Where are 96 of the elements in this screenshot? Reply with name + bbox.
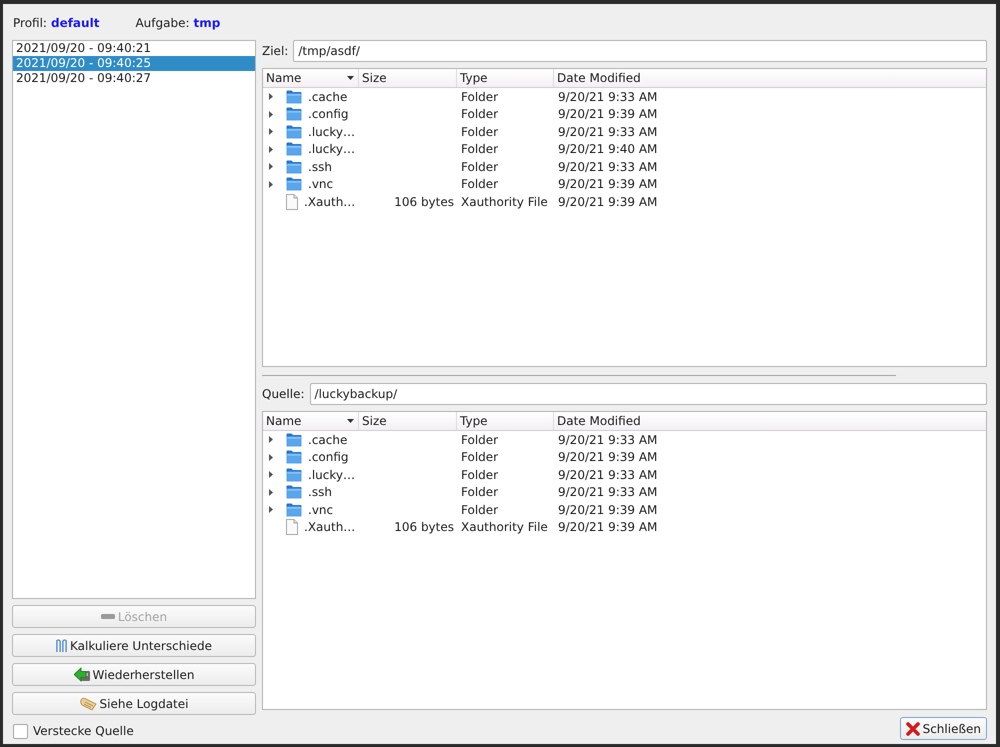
task-label: Aufgabe: bbox=[135, 16, 190, 30]
file-date: 9/20/21 9:39 AM bbox=[558, 502, 658, 517]
minus-icon bbox=[100, 614, 115, 619]
file-date: 9/20/21 9:33 AM bbox=[558, 468, 658, 482]
file-name[interactable]: .ssh bbox=[308, 485, 332, 500]
close-button[interactable]: Schließen bbox=[900, 717, 987, 740]
folder-icon bbox=[286, 450, 302, 464]
folder-icon bbox=[286, 177, 302, 192]
file-name[interactable]: .config bbox=[308, 107, 349, 122]
file-date: 9/20/21 9:33 AM bbox=[558, 160, 658, 174]
file-date: 9/20/21 9:39 AM bbox=[558, 194, 658, 209]
checkbox-label: Verstecke Quelle bbox=[33, 724, 134, 738]
expander-icon[interactable] bbox=[269, 163, 273, 170]
folder-icon bbox=[286, 142, 302, 156]
path-field[interactable]: /tmp/asdf/ bbox=[293, 40, 987, 62]
snapshot-item[interactable]: 2021/09/20 - 09:40:27 bbox=[13, 71, 255, 86]
file-type: Folder bbox=[461, 90, 498, 104]
file-type: Folder bbox=[461, 160, 498, 174]
folder-icon bbox=[286, 485, 302, 500]
brackets-icon bbox=[56, 638, 67, 652]
file-type: Xauthority File bbox=[461, 194, 548, 209]
file-date: 9/20/21 9:33 AM bbox=[558, 124, 658, 139]
folder-icon bbox=[286, 107, 302, 122]
file-type: Folder bbox=[461, 432, 498, 447]
folder-icon bbox=[286, 90, 302, 104]
document-icon bbox=[286, 194, 298, 210]
file-name[interactable]: .ssh bbox=[308, 160, 332, 174]
profile-label: Profil: bbox=[13, 16, 47, 30]
expander-icon[interactable] bbox=[269, 180, 273, 188]
snapshot-item[interactable]: 2021/09/20 - 09:40:25 bbox=[13, 56, 255, 71]
column-header[interactable]: Type bbox=[457, 69, 554, 87]
column-header[interactable]: Name bbox=[263, 69, 359, 87]
folder-icon bbox=[286, 502, 302, 517]
profile-name: default bbox=[50, 16, 100, 30]
close-icon bbox=[906, 722, 920, 736]
file-name[interactable]: .vnc bbox=[308, 177, 334, 192]
file-name[interactable]: .Xauth… bbox=[304, 520, 356, 534]
restore-arrow-icon bbox=[74, 667, 90, 682]
file-date: 9/20/21 9:39 AM bbox=[558, 450, 658, 464]
file-type: Folder bbox=[461, 142, 498, 156]
file-type: Xauthority File bbox=[461, 520, 548, 534]
expander-icon[interactable] bbox=[269, 146, 273, 153]
folder-icon bbox=[286, 432, 302, 447]
task-name: tmp bbox=[194, 16, 220, 30]
document-icon bbox=[286, 519, 298, 536]
column-header[interactable]: Size bbox=[359, 412, 457, 430]
file-name[interactable]: .cache bbox=[308, 90, 348, 104]
file-type: Folder bbox=[461, 502, 498, 517]
expander-icon[interactable] bbox=[269, 454, 273, 461]
expander-icon[interactable] bbox=[269, 93, 273, 100]
action-button[interactable]: Wiederherstellen bbox=[12, 663, 256, 686]
scroll-icon bbox=[80, 696, 97, 710]
column-header[interactable]: Date Modified bbox=[554, 412, 986, 430]
file-size: 106 bytes bbox=[394, 520, 454, 534]
path-label: Ziel: bbox=[262, 44, 288, 58]
file-name[interactable]: .vnc bbox=[308, 502, 334, 517]
file-type: Folder bbox=[461, 450, 498, 464]
column-header[interactable]: Date Modified bbox=[554, 69, 986, 87]
file-name[interactable]: .Xauth… bbox=[304, 194, 356, 209]
expander-icon[interactable] bbox=[269, 506, 273, 514]
expander-icon[interactable] bbox=[269, 488, 273, 496]
action-button[interactable]: Kalkuliere Unterschiede bbox=[12, 634, 256, 657]
expander-icon[interactable] bbox=[269, 110, 273, 118]
path-label: Quelle: bbox=[262, 387, 305, 401]
file-date: 9/20/21 9:33 AM bbox=[558, 90, 658, 104]
folder-icon bbox=[286, 468, 302, 482]
file-name[interactable]: .lucky… bbox=[308, 124, 355, 139]
file-name[interactable]: .cache bbox=[308, 432, 348, 447]
file-date: 9/20/21 9:33 AM bbox=[558, 432, 658, 447]
folder-icon bbox=[286, 124, 302, 139]
file-date: 9/20/21 9:39 AM bbox=[558, 520, 658, 534]
expander-icon[interactable] bbox=[269, 471, 273, 478]
path-field[interactable]: /luckybackup/ bbox=[310, 383, 987, 405]
action-button[interactable]: Siehe Logdatei bbox=[12, 692, 256, 715]
file-date: 9/20/21 9:40 AM bbox=[558, 142, 658, 156]
snapshot-item[interactable]: 2021/09/20 - 09:40:21 bbox=[13, 41, 255, 56]
splitter-handle[interactable] bbox=[262, 374, 896, 376]
column-header[interactable]: Size bbox=[359, 69, 457, 87]
file-size: 106 bytes bbox=[394, 194, 454, 209]
column-header[interactable]: Type bbox=[457, 412, 554, 430]
folder-icon bbox=[286, 160, 302, 174]
file-name[interactable]: .lucky… bbox=[308, 142, 355, 156]
file-type: Folder bbox=[461, 177, 498, 192]
file-type: Folder bbox=[461, 107, 498, 122]
file-type: Folder bbox=[461, 485, 498, 500]
column-header[interactable]: Name bbox=[263, 412, 359, 430]
file-name[interactable]: .lucky… bbox=[308, 468, 355, 482]
file-date: 9/20/21 9:39 AM bbox=[558, 177, 658, 192]
expander-icon[interactable] bbox=[269, 128, 273, 136]
checkbox[interactable] bbox=[13, 724, 28, 738]
file-date: 9/20/21 9:33 AM bbox=[558, 485, 658, 500]
file-name[interactable]: .config bbox=[308, 450, 349, 464]
file-date: 9/20/21 9:39 AM bbox=[558, 107, 658, 122]
file-type: Folder bbox=[461, 468, 498, 482]
file-type: Folder bbox=[461, 124, 498, 139]
expander-icon[interactable] bbox=[269, 436, 273, 444]
